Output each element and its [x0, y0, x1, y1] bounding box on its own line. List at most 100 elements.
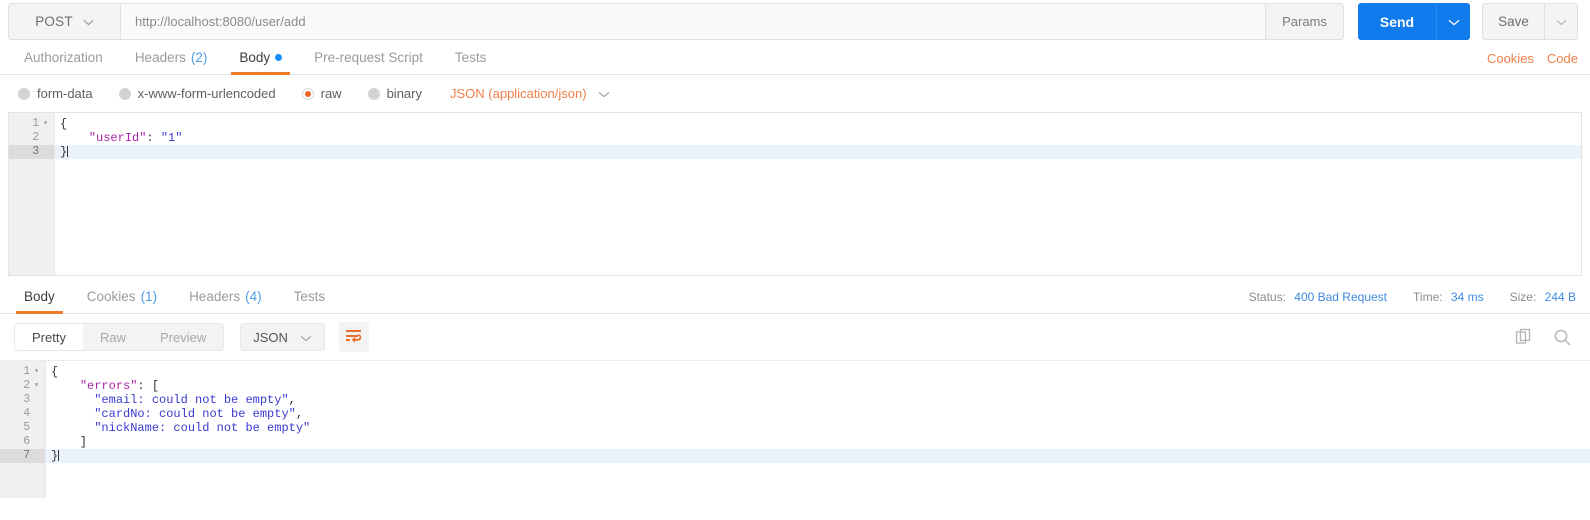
line-number: 2 ▾ [23, 379, 39, 393]
body-type-row: form-data x-www-form-urlencoded raw bina… [0, 75, 1590, 112]
code-line: "cardNo: could not be empty", [46, 407, 1590, 421]
code-token: "nickName: could not be empty" [94, 421, 311, 435]
time-value: 34 ms [1450, 290, 1484, 304]
view-pretty-button[interactable]: Pretty [15, 324, 83, 350]
code-token: "email: could not be empty" [94, 393, 289, 407]
params-button[interactable]: Params [1266, 3, 1344, 40]
tab-headers[interactable]: Headers (2) [119, 50, 224, 74]
response-tab-tests[interactable]: Tests [278, 289, 342, 313]
fold-arrow-icon[interactable]: ▾ [34, 379, 39, 393]
code-token: "errors" [79, 379, 138, 393]
code-line: "email: could not be empty", [46, 393, 1590, 407]
save-options-button[interactable] [1544, 3, 1578, 40]
save-button[interactable]: Save [1482, 3, 1544, 40]
body-type-form-data[interactable]: form-data [18, 86, 93, 101]
code-token: { [60, 117, 68, 131]
body-type-urlencoded[interactable]: x-www-form-urlencoded [118, 86, 276, 101]
response-format-selector[interactable]: JSON [240, 323, 325, 351]
tab-label: Headers [134, 50, 186, 65]
chevron-down-icon [300, 330, 312, 345]
request-body-editor[interactable]: 1 ▾ 2 3 { "userId": "1"} [8, 112, 1582, 276]
http-method-selector[interactable]: POST [8, 3, 120, 40]
response-tabs: Body Cookies (1) Headers (4) Tests Statu… [0, 276, 1590, 314]
request-editor-code[interactable]: { "userId": "1"} [55, 113, 1581, 275]
radio-selected-icon [301, 87, 314, 100]
save-button-group: Save [1482, 3, 1578, 40]
url-input-value: http://localhost:8080/user/add [135, 14, 306, 29]
response-tab-cookies[interactable]: Cookies (1) [71, 289, 173, 313]
line-number: 5 [0, 421, 45, 435]
tab-label: Pre-request Script [314, 50, 423, 65]
fold-arrow-icon[interactable]: ▾ [43, 117, 48, 131]
tab-count: (1) [140, 289, 158, 304]
send-button-group: Send [1358, 3, 1470, 40]
response-tab-body[interactable]: Body [8, 289, 71, 314]
tab-count: (4) [245, 289, 262, 304]
code-token: : [146, 131, 161, 145]
line-number: 1 ▾ [32, 117, 48, 131]
body-format-selector[interactable]: JSON (application/json) [450, 86, 610, 101]
view-raw-button[interactable]: Raw [83, 324, 143, 350]
code-line: "nickName: could not be empty" [46, 421, 1590, 435]
tab-label: Body [239, 50, 271, 65]
chevron-down-icon [598, 86, 610, 101]
code-line: "errors": [ [46, 379, 1590, 393]
request-url-bar: POST http://localhost:8080/user/add Para… [0, 0, 1590, 40]
response-body-editor[interactable]: 1 ▾ 2 ▾ 3 4 5 6 7 { "errors": [ "email: coul… [0, 360, 1590, 498]
fold-arrow-icon [34, 435, 39, 449]
tab-body[interactable]: Body [223, 50, 298, 75]
code-token: } [51, 449, 59, 463]
tab-label: Headers [189, 289, 241, 304]
fold-arrow-icon [34, 393, 39, 407]
size-value: 244 B [1544, 290, 1576, 304]
line-number: 2 [9, 131, 54, 145]
code-token: , [288, 393, 296, 407]
tab-pre-request-script[interactable]: Pre-request Script [298, 50, 439, 74]
request-editor-gutter: 1 ▾ 2 3 [9, 113, 55, 275]
tab-tests[interactable]: Tests [439, 50, 503, 74]
url-input[interactable]: http://localhost:8080/user/add [120, 3, 1266, 40]
send-button[interactable]: Send [1358, 3, 1436, 40]
request-tabs: Authorization Headers (2) Body Pre-reque… [0, 40, 1590, 75]
body-type-binary[interactable]: binary [367, 86, 422, 101]
body-type-raw[interactable]: raw [301, 86, 342, 101]
code-line: "userId": "1" [55, 131, 1581, 145]
response-editor-code[interactable]: { "errors": [ "email: could not be empty… [46, 361, 1590, 498]
send-options-button[interactable] [1436, 3, 1470, 40]
word-wrap-button[interactable] [338, 322, 369, 352]
body-type-label: binary [386, 86, 422, 101]
body-type-label: x-www-form-urlencoded [137, 86, 276, 101]
body-type-label: raw [320, 86, 342, 101]
response-tool-icons [1515, 328, 1572, 347]
line-number: 3 [0, 393, 45, 407]
search-icon[interactable] [1553, 328, 1572, 347]
cookies-link[interactable]: Cookies [1487, 51, 1534, 66]
copy-icon[interactable] [1515, 328, 1533, 346]
text-cursor [58, 450, 60, 461]
view-preview-button[interactable]: Preview [143, 324, 223, 350]
radio-icon [367, 87, 380, 100]
response-tab-headers[interactable]: Headers (4) [173, 289, 278, 313]
line-number: 1 ▾ [23, 365, 39, 379]
request-tab-links: Cookies Code [1487, 51, 1578, 66]
tab-label: Tests [454, 50, 487, 65]
fold-arrow-icon [34, 421, 39, 435]
tab-label: Cookies [86, 289, 136, 304]
line-number: 3 [9, 145, 54, 159]
line-number: 7 [0, 449, 45, 463]
time-item: Time: 34 ms [1413, 290, 1484, 304]
tab-authorization[interactable]: Authorization [8, 50, 119, 74]
code-token: "cardNo: could not be empty" [94, 407, 296, 421]
code-line: ] [46, 435, 1590, 449]
radio-icon [18, 87, 30, 100]
fold-arrow-icon[interactable]: ▾ [34, 365, 39, 379]
tab-label: Tests [293, 289, 326, 304]
code-link[interactable]: Code [1547, 51, 1578, 66]
body-type-label: form-data [37, 86, 93, 101]
tab-label: Body [24, 289, 55, 304]
status-label: Status: [1248, 290, 1286, 304]
